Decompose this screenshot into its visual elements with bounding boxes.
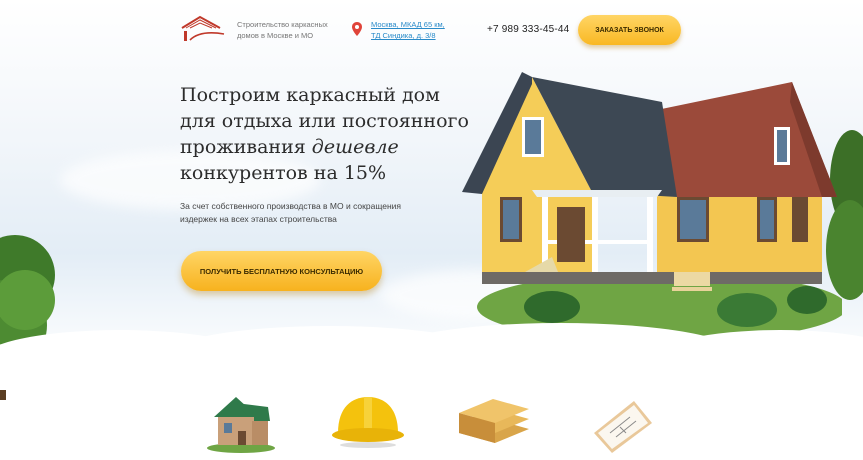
- hard-hat-icon: [332, 397, 404, 448]
- hero-title: Построим каркасный дом для отдыха или по…: [180, 82, 470, 186]
- address-link[interactable]: Москва, МКАД 65 км, ТД Синдика, д. 3/8: [371, 19, 451, 41]
- free-consultation-button[interactable]: ПОЛУЧИТЬ БЕСПЛАТНУЮ КОНСУЛЬТАЦИЮ: [181, 251, 382, 291]
- blueprint-icon: [594, 401, 652, 453]
- company-logo[interactable]: [180, 14, 226, 44]
- hero-title-accent: дешевле: [311, 136, 399, 158]
- hero-subtitle: За счет собственного производства в МО и…: [180, 201, 401, 224]
- company-tagline: Строительство каркасных домов в Москве и…: [237, 20, 328, 40]
- site-header: Строительство каркасных домов в Москве и…: [0, 0, 863, 62]
- cloud-bank: [0, 323, 863, 390]
- callback-button[interactable]: ЗАКАЗАТЬ ЗВОНОК: [578, 15, 681, 45]
- hero-title-end: конкурентов на 15%: [180, 162, 387, 184]
- house-image: [462, 72, 842, 337]
- phone-number[interactable]: +7 989 333-45-44: [487, 24, 569, 35]
- map-pin-icon: [352, 22, 362, 36]
- house-icon: [207, 397, 275, 453]
- lumber-icon: [459, 399, 529, 443]
